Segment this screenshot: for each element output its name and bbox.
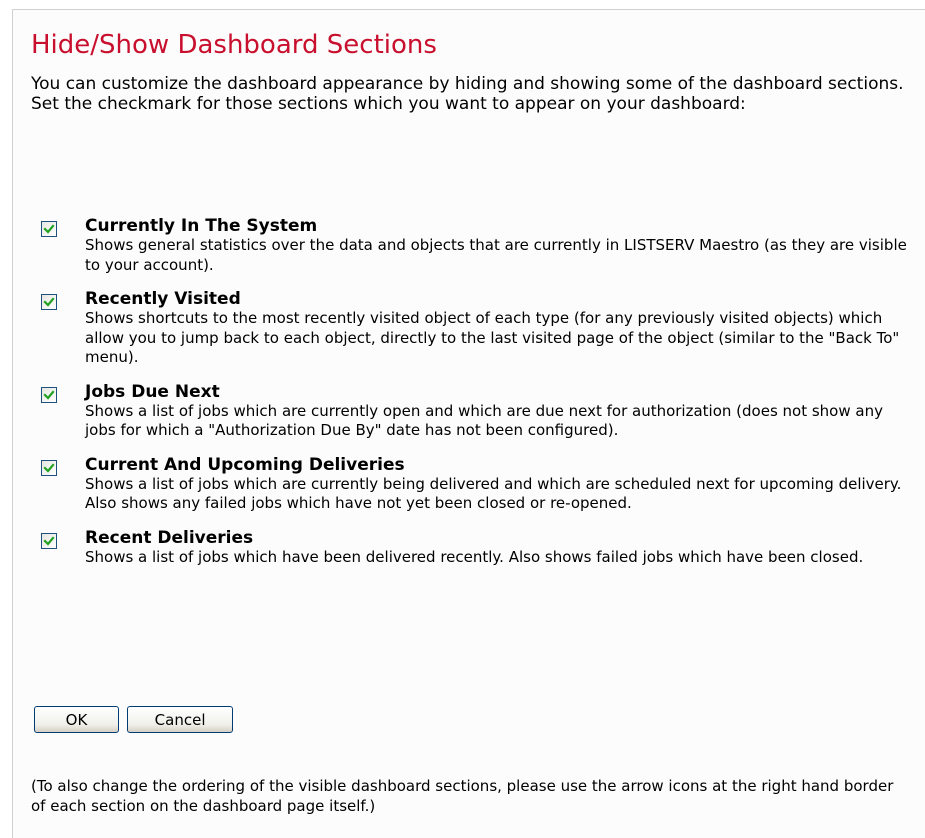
section-label: Jobs Due Next: [85, 381, 220, 402]
intro-line-1: You can customize the dashboard appearan…: [31, 74, 904, 94]
checkmark-icon: [43, 224, 55, 234]
section-description: Shows a list of jobs which are currently…: [85, 401, 883, 440]
section-description: Shows general statistics over the data a…: [85, 236, 907, 274]
recently-visited-checkbox[interactable]: [41, 294, 57, 310]
section-recent-deliveries: Recent Deliveries Shows a list of jobs w…: [41, 528, 916, 568]
section-description: Shows a list of jobs which have been del…: [85, 547, 864, 566]
section-list: Currently In The System Shows general st…: [41, 216, 916, 581]
section-label: Recent Deliveries: [85, 527, 254, 548]
section-currently-in-system: Currently In The System Shows general st…: [41, 216, 916, 275]
current-upcoming-deliveries-checkbox[interactable]: [41, 459, 57, 476]
checkmark-icon: [43, 297, 55, 307]
section-description: Shows a list of jobs which are currently…: [85, 474, 902, 513]
section-label: Recently Visited: [85, 289, 241, 309]
section-description: Shows shortcuts to the most recently vis…: [85, 309, 900, 366]
intro-text: You can customize the dashboard appearan…: [31, 74, 911, 114]
cancel-button[interactable]: Cancel: [127, 706, 234, 733]
page-title: Hide/Show Dashboard Sections: [31, 30, 437, 60]
ordering-footnote: (To also change the ordering of the visi…: [31, 777, 894, 815]
checkmark-icon: [43, 535, 55, 546]
checkmark-icon: [43, 389, 55, 400]
dashboard-sections-panel: Hide/Show Dashboard Sections You can cus…: [12, 9, 925, 838]
recent-deliveries-checkbox[interactable]: [41, 532, 57, 549]
section-label: Currently In The System: [85, 216, 318, 236]
section-label: Current And Upcoming Deliveries: [85, 454, 405, 475]
jobs-due-next-checkbox[interactable]: [41, 386, 57, 403]
section-jobs-due-next: Jobs Due Next Shows a list of jobs which…: [41, 382, 916, 441]
checkmark-icon: [43, 462, 55, 473]
section-current-upcoming-deliveries: Current And Upcoming Deliveries Shows a …: [41, 455, 916, 514]
button-row: OK Cancel: [34, 706, 236, 733]
intro-line-2: Set the checkmark for those sections whi…: [31, 94, 746, 114]
currently-in-system-checkbox[interactable]: [41, 221, 57, 237]
section-recently-visited: Recently Visited Shows shortcuts to the …: [41, 289, 916, 368]
ok-button[interactable]: OK: [34, 706, 119, 733]
